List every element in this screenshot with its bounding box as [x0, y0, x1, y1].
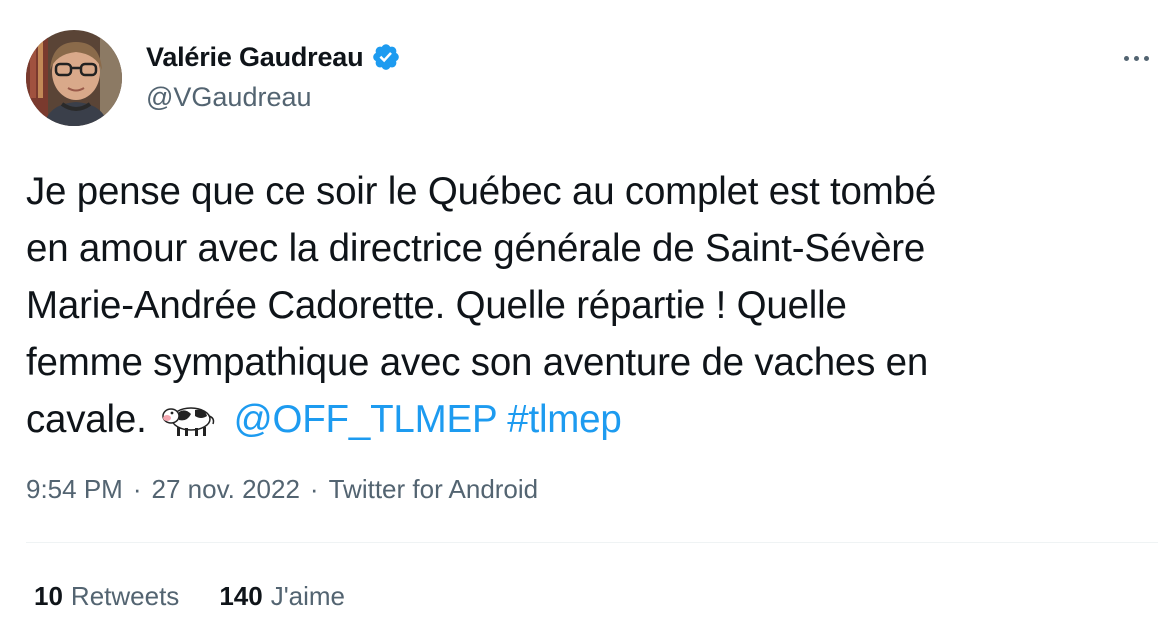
name-row: Valérie Gaudreau — [146, 40, 401, 74]
tweet-date[interactable]: 27 nov. 2022 — [152, 474, 300, 505]
more-dot — [1133, 55, 1139, 61]
likes-count: 140 — [219, 581, 263, 611]
tweet-stats: 10 Retweets 140 J'aime — [34, 581, 345, 612]
tweet-source[interactable]: Twitter for Android — [329, 474, 539, 505]
tweet-time[interactable]: 9:54 PM — [26, 474, 123, 505]
more-dot — [1143, 55, 1149, 61]
author-handle[interactable]: @VGaudreau — [146, 82, 401, 113]
avatar[interactable] — [26, 30, 122, 126]
tweet-line-text: cavale. — [26, 398, 147, 441]
tweet-line-last: cavale. @OFF_TLMEP #tlmep — [26, 391, 1146, 448]
meta-separator: · — [132, 474, 142, 504]
tweet-line: en amour avec la directrice générale de … — [26, 227, 926, 270]
retweets-count: 10 — [34, 581, 63, 611]
tweet-card: Valérie Gaudreau @VGaudreau Je pense que… — [0, 0, 1174, 638]
author-info: Valérie Gaudreau @VGaudreau — [146, 40, 401, 113]
hashtag-link[interactable]: #tlmep — [507, 398, 622, 441]
avatar-photo-icon — [26, 30, 122, 126]
more-horizontal-icon — [1123, 55, 1129, 61]
tweet-line: femme sympathique avec son aventure de v… — [26, 341, 929, 384]
tweet-line: Je pense que ce soir le Québec au comple… — [26, 170, 937, 213]
cow-icon — [162, 407, 215, 436]
mention-link[interactable]: @OFF_TLMEP — [234, 398, 497, 441]
tweet-line: Marie-Andrée Cadorette. Quelle répartie … — [26, 284, 847, 327]
verified-badge-icon — [373, 44, 400, 70]
tweet-text: Je pense que ce soir le Québec au comple… — [26, 163, 1146, 448]
retweets-stat[interactable]: 10 Retweets — [34, 581, 179, 612]
more-options-button[interactable] — [1118, 44, 1154, 72]
retweets-label: Retweets — [70, 581, 180, 611]
divider — [26, 542, 1158, 543]
likes-label: J'aime — [270, 581, 346, 611]
author-display-name[interactable]: Valérie Gaudreau — [146, 42, 364, 73]
meta-separator: · — [309, 474, 319, 504]
likes-stat[interactable]: 140 J'aime — [219, 581, 345, 612]
tweet-meta: 9:54 PM · 27 nov. 2022 · Twitter for And… — [26, 474, 538, 505]
